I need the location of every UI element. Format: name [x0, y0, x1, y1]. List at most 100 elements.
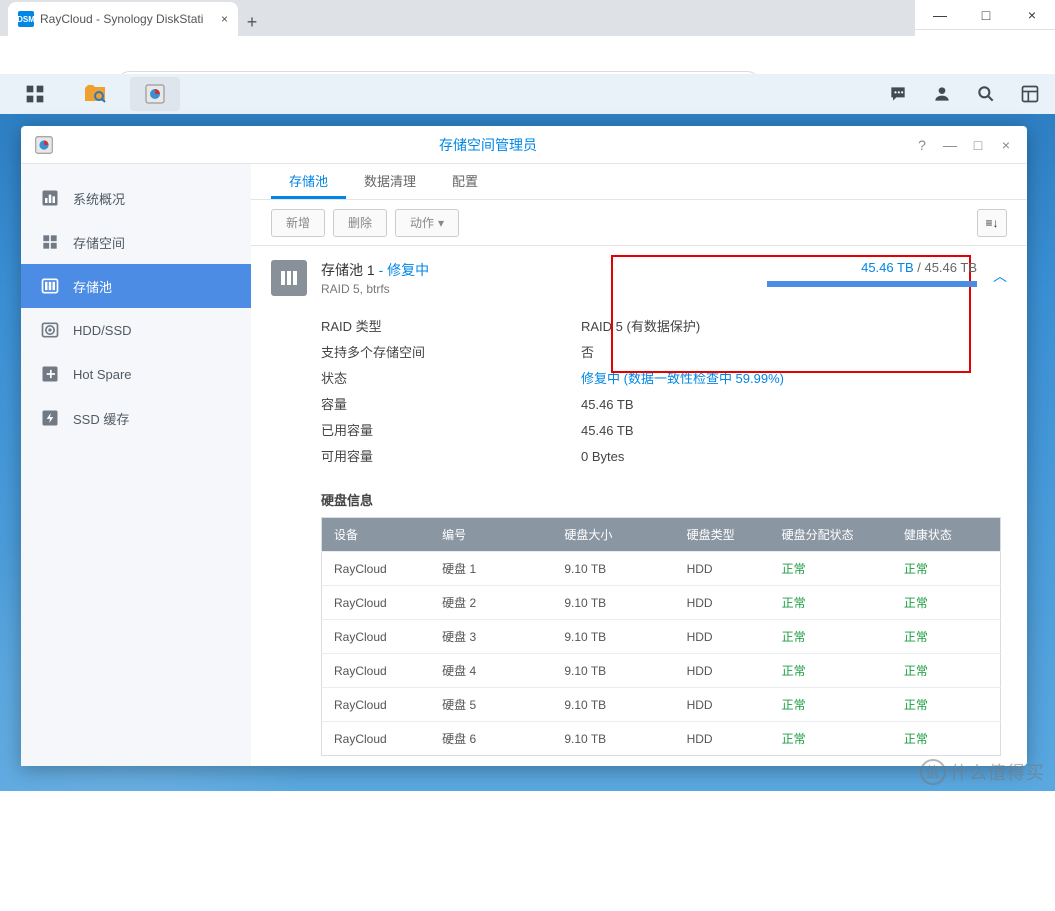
table-cell: RayCloud [322, 654, 431, 688]
window-minimize-button[interactable]: — [941, 137, 959, 153]
delete-button[interactable]: 删除 [333, 209, 387, 237]
sidebar-item-label: 存储空间 [73, 233, 125, 252]
hot-spare-icon [39, 363, 61, 385]
sidebar-item-hdd-ssd[interactable]: HDD/SSD [21, 308, 251, 352]
table-header[interactable]: 硬盘分配状态 [770, 518, 892, 552]
table-cell: RayCloud [322, 586, 431, 620]
usage-used: 45.46 TB [861, 260, 914, 275]
table-header[interactable]: 健康状态 [892, 518, 1001, 552]
table-row[interactable]: RayCloud硬盘 29.10 TBHDD正常正常 [322, 586, 1001, 620]
pool-name: 存储池 1 - 修复中 [321, 260, 429, 280]
table-header[interactable]: 设备 [322, 518, 431, 552]
detail-row: 已用容量45.46 TB [321, 418, 1007, 444]
table-cell: 正常 [770, 586, 892, 620]
table-cell: RayCloud [322, 688, 431, 722]
table-row[interactable]: RayCloud硬盘 59.10 TBHDD正常正常 [322, 688, 1001, 722]
content-area[interactable]: 存储池 1 - 修复中 RAID 5, btrfs 45.46 TB / 45.… [251, 246, 1027, 766]
window-close-button[interactable]: × [997, 137, 1015, 153]
maximize-button[interactable]: □ [963, 0, 1009, 30]
taskbar-widgets-icon[interactable] [1015, 79, 1045, 109]
detail-label: RAID 类型 [321, 314, 581, 340]
pool-status-suffix: - 修复中 [375, 262, 429, 278]
disk-table: 设备编号硬盘大小硬盘类型硬盘分配状态健康状态 RayCloud硬盘 19.10 … [321, 517, 1001, 756]
taskbar-storage-manager[interactable] [130, 77, 180, 111]
detail-label: 状态 [321, 366, 581, 392]
taskbar-search-icon[interactable] [971, 79, 1001, 109]
sidebar-item-label: 系统概况 [73, 189, 125, 208]
table-cell: 9.10 TB [552, 688, 674, 722]
table-cell: 正常 [770, 620, 892, 654]
storage-manager-window: 存储空间管理员 ? — □ × 系统概况 存储空间 存储 [21, 126, 1027, 766]
table-row[interactable]: RayCloud硬盘 49.10 TBHDD正常正常 [322, 654, 1001, 688]
chevron-down-icon: ▾ [438, 216, 444, 230]
minimize-button[interactable]: — [917, 0, 963, 30]
sidebar-item-hot-spare[interactable]: Hot Spare [21, 352, 251, 396]
table-cell: 9.10 TB [552, 620, 674, 654]
window-help-button[interactable]: ? [913, 137, 931, 153]
close-button[interactable]: × [1009, 0, 1055, 30]
action-dropdown[interactable]: 动作 ▾ [395, 209, 459, 237]
detail-label: 已用容量 [321, 418, 581, 444]
window-titlebar[interactable]: 存储空间管理员 ? — □ × [21, 126, 1027, 164]
sidebar-item-overview[interactable]: 系统概况 [21, 176, 251, 220]
table-cell: 正常 [892, 722, 1001, 756]
hdd-icon [39, 319, 61, 341]
table-cell: HDD [675, 620, 770, 654]
taskbar-main-menu[interactable] [10, 77, 60, 111]
collapse-chevron-icon[interactable]: ︿ [993, 266, 1007, 286]
sidebar-item-volume[interactable]: 存储空间 [21, 220, 251, 264]
add-button[interactable]: 新增 [271, 209, 325, 237]
table-cell: HDD [675, 552, 770, 586]
table-cell: HDD [675, 654, 770, 688]
table-header[interactable]: 编号 [430, 518, 552, 552]
new-tab-button[interactable]: + [238, 8, 266, 36]
detail-row: 可用容量0 Bytes [321, 444, 1007, 470]
table-cell: 硬盘 2 [430, 586, 552, 620]
table-cell: 9.10 TB [552, 654, 674, 688]
table-cell: 正常 [770, 688, 892, 722]
table-row[interactable]: RayCloud硬盘 39.10 TBHDD正常正常 [322, 620, 1001, 654]
tab-configuration[interactable]: 配置 [434, 164, 496, 199]
tab-data-scrubbing[interactable]: 数据清理 [346, 164, 434, 199]
table-row[interactable]: RayCloud硬盘 19.10 TBHDD正常正常 [322, 552, 1001, 586]
table-cell: RayCloud [322, 722, 431, 756]
table-cell: 硬盘 1 [430, 552, 552, 586]
table-cell: RayCloud [322, 552, 431, 586]
table-row[interactable]: RayCloud硬盘 69.10 TBHDD正常正常 [322, 722, 1001, 756]
detail-value: 45.46 TB [581, 418, 634, 444]
table-cell: 硬盘 6 [430, 722, 552, 756]
tab-storage-pool[interactable]: 存储池 [271, 164, 346, 199]
browser-tab[interactable]: DSM RayCloud - Synology DiskStati × [8, 2, 238, 36]
taskbar-file-station[interactable] [70, 77, 120, 111]
tab-close-icon[interactable]: × [221, 12, 228, 26]
sidebar-item-label: SSD 缓存 [73, 409, 129, 428]
taskbar-chat-icon[interactable] [883, 79, 913, 109]
table-cell: 9.10 TB [552, 586, 674, 620]
sidebar-item-storage-pool[interactable]: 存储池 [21, 264, 251, 308]
table-cell: 正常 [770, 552, 892, 586]
ssd-cache-icon [39, 407, 61, 429]
table-cell: RayCloud [322, 620, 431, 654]
disk-info-title: 硬盘信息 [321, 490, 1007, 509]
detail-value: 0 Bytes [581, 444, 624, 470]
pool-usage: 45.46 TB / 45.46 TB [767, 260, 977, 287]
dsm-taskbar [0, 74, 1055, 114]
detail-label: 支持多个存储空间 [321, 340, 581, 366]
detail-value: 45.46 TB [581, 392, 634, 418]
tab-title: RayCloud - Synology DiskStati [40, 12, 203, 26]
table-cell: 9.10 TB [552, 722, 674, 756]
usage-total: 45.46 TB [924, 260, 977, 275]
taskbar-user-icon[interactable] [927, 79, 957, 109]
sort-button[interactable]: ≡↓ [977, 209, 1007, 237]
dsm-desktop: 存储空间管理员 ? — □ × 系统概况 存储空间 存储 [0, 74, 1055, 791]
favicon-icon: DSM [18, 11, 34, 27]
window-title: 存储空间管理员 [63, 135, 913, 155]
detail-value: 否 [581, 340, 594, 366]
main-panel: 存储池 数据清理 配置 新增 删除 动作 ▾ ≡↓ [251, 164, 1027, 766]
pool-icon [271, 260, 307, 296]
table-header[interactable]: 硬盘大小 [552, 518, 674, 552]
table-header[interactable]: 硬盘类型 [675, 518, 770, 552]
overview-icon [39, 187, 61, 209]
window-maximize-button[interactable]: □ [969, 137, 987, 153]
sidebar-item-ssd-cache[interactable]: SSD 缓存 [21, 396, 251, 440]
